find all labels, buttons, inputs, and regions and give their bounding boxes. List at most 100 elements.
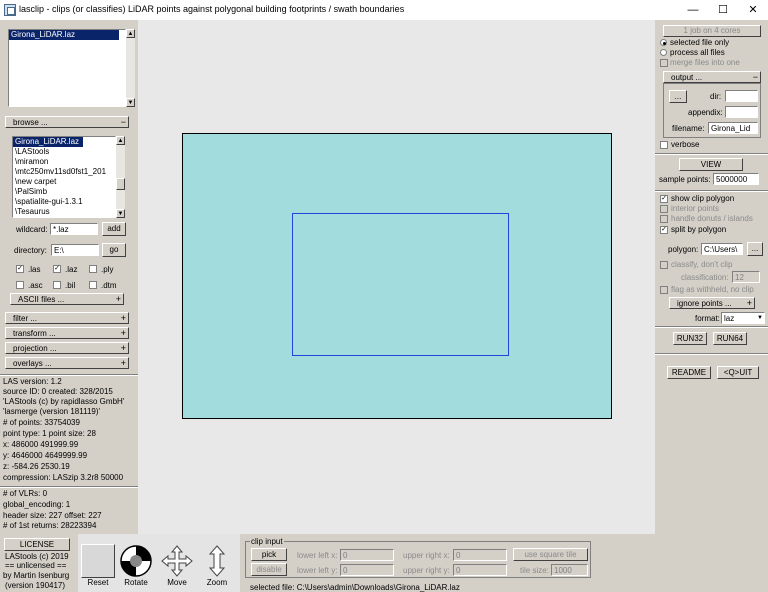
filename-input[interactable]: Girona_Lid — [708, 122, 758, 134]
right-panel: 1 job on 4 cores selected file only proc… — [655, 20, 768, 592]
cores-dropdown[interactable]: 1 job on 4 cores — [663, 25, 761, 37]
split-checkbox[interactable]: ✓ — [660, 226, 668, 234]
expand-icon[interactable]: + — [116, 294, 121, 304]
close-button[interactable]: ✕ — [738, 0, 768, 20]
ply-checkbox[interactable] — [89, 265, 97, 273]
donuts-checkbox[interactable] — [660, 215, 668, 223]
maximize-button[interactable]: ☐ — [708, 0, 738, 20]
expand-icon[interactable]: + — [121, 358, 126, 368]
verbose-checkbox[interactable] — [660, 141, 668, 149]
flag-checkbox[interactable] — [660, 286, 668, 294]
go-button[interactable]: go — [102, 243, 126, 257]
browse-scrollbar[interactable]: ▲ ▼ — [116, 136, 125, 218]
file-list[interactable]: Girona_LiDAR.laz — [8, 29, 126, 107]
add-button[interactable]: add — [102, 222, 126, 236]
lower-left-x-input[interactable]: 0 — [340, 549, 394, 561]
use-square-tile-button[interactable]: use square tile — [513, 548, 588, 561]
list-item[interactable]: \spatialite-gui-1.3.1 — [13, 197, 115, 207]
list-item[interactable]: \LAStools — [13, 147, 115, 157]
run64-button[interactable]: RUN64 — [713, 332, 747, 345]
format-select[interactable]: laz ▼ — [721, 312, 765, 324]
list-item[interactable]: \new carpet — [13, 177, 115, 187]
wildcard-input[interactable]: *.laz — [50, 223, 98, 235]
las-checkbox[interactable]: ✓ — [16, 265, 24, 273]
list-item[interactable]: \Tesaurus — [13, 207, 115, 217]
lower-left-y-input[interactable]: 0 — [340, 564, 394, 576]
disable-button[interactable]: disable — [251, 563, 287, 576]
transform-header[interactable]: transform ... + — [5, 327, 129, 339]
scroll-up-icon[interactable]: ▲ — [126, 29, 135, 38]
reset-button[interactable] — [81, 544, 115, 578]
asc-checkbox[interactable] — [16, 281, 24, 289]
upper-right-y-label: upper right y: — [403, 566, 450, 575]
show-clip-checkbox[interactable]: ✓ — [660, 195, 668, 203]
rotate-icon[interactable] — [119, 544, 153, 578]
info-line: x: 486000 491999.99 — [3, 440, 79, 449]
expand-icon[interactable]: + — [121, 343, 126, 353]
classification-input[interactable]: 12 — [732, 271, 760, 283]
bil-checkbox[interactable] — [53, 281, 61, 289]
collapse-icon[interactable]: − — [753, 72, 758, 82]
expand-icon[interactable]: + — [121, 313, 126, 323]
scroll-down-icon[interactable]: ▼ — [116, 209, 125, 218]
expand-icon[interactable]: + — [747, 298, 752, 308]
dir-input[interactable] — [725, 90, 758, 102]
sample-points-input[interactable]: 5000000 — [713, 173, 759, 185]
polygon-browse-button[interactable]: ... — [747, 242, 763, 256]
classify-label: classify, don't clip — [671, 260, 733, 269]
run32-button[interactable]: RUN32 — [673, 332, 707, 345]
ascii-header[interactable]: ASCII files ... + — [10, 293, 124, 305]
laz-checkbox[interactable]: ✓ — [53, 265, 61, 273]
output-browse-button[interactable]: ... — [669, 90, 687, 103]
classify-checkbox[interactable] — [660, 261, 668, 269]
browse-label: browse ... — [13, 118, 48, 127]
overlays-header[interactable]: overlays ... + — [5, 357, 129, 369]
bil-label: .bil — [65, 281, 76, 290]
scroll-up-icon[interactable]: ▲ — [116, 136, 125, 145]
license-button[interactable]: LICENSE — [4, 538, 70, 551]
merge-checkbox[interactable] — [660, 59, 668, 67]
tile-size-input[interactable]: 1000 — [551, 564, 588, 576]
interior-checkbox[interactable] — [660, 205, 668, 213]
list-item[interactable]: \PalSimb — [13, 187, 115, 197]
info-line: compression: LASzip 3.2r8 50000 — [3, 473, 124, 482]
viewport[interactable] — [138, 20, 655, 534]
output-header[interactable]: output ... − — [663, 71, 761, 83]
polygon-input[interactable]: C:\Users\ — [701, 243, 743, 255]
quit-button[interactable]: <Q>UIT — [717, 366, 759, 379]
list-item[interactable]: Girona_LiDAR.laz — [13, 137, 83, 147]
output-label: output ... — [671, 73, 703, 82]
projection-header[interactable]: projection ... + — [5, 342, 129, 354]
flag-label: flag as withheld, no clip — [671, 285, 754, 294]
file-list-scrollbar[interactable]: ▲ ▼ — [126, 29, 135, 107]
view-button[interactable]: VIEW — [679, 158, 743, 171]
browse-list[interactable]: Girona_LiDAR.laz \LAStools \miramon \mtc… — [12, 136, 116, 218]
ignore-header[interactable]: ignore points ... + — [669, 297, 755, 309]
list-item[interactable]: \mtc250mv11sd0fst1_201 — [13, 167, 115, 177]
appendix-input[interactable] — [725, 106, 758, 118]
license-line: by Martin Isenburg — [3, 571, 70, 580]
scroll-down-icon[interactable]: ▼ — [126, 98, 135, 107]
directory-input[interactable]: E:\ — [51, 244, 99, 256]
collapse-icon[interactable]: − — [121, 117, 126, 127]
scroll-thumb[interactable] — [116, 178, 125, 190]
minimize-button[interactable]: — — [678, 0, 708, 20]
divider — [655, 153, 768, 155]
move-icon[interactable] — [160, 544, 194, 578]
expand-icon[interactable]: + — [121, 328, 126, 338]
upper-right-x-input[interactable]: 0 — [453, 549, 507, 561]
list-item[interactable]: \miramon — [13, 157, 115, 167]
selected-only-radio[interactable] — [660, 39, 667, 46]
filter-header[interactable]: filter ... + — [5, 312, 129, 324]
zoom-icon[interactable] — [200, 544, 234, 578]
dtm-checkbox[interactable] — [89, 281, 97, 289]
point-cloud-view[interactable] — [138, 20, 655, 534]
pick-button[interactable]: pick — [251, 548, 287, 561]
projection-label: projection ... — [13, 344, 57, 353]
readme-button[interactable]: README — [667, 366, 711, 379]
browse-header[interactable]: browse ... − — [5, 116, 129, 128]
format-value: laz — [724, 314, 735, 323]
process-all-radio[interactable] — [660, 49, 667, 56]
list-item[interactable]: Girona_LiDAR.laz — [9, 30, 119, 40]
upper-right-y-input[interactable]: 0 — [453, 564, 507, 576]
